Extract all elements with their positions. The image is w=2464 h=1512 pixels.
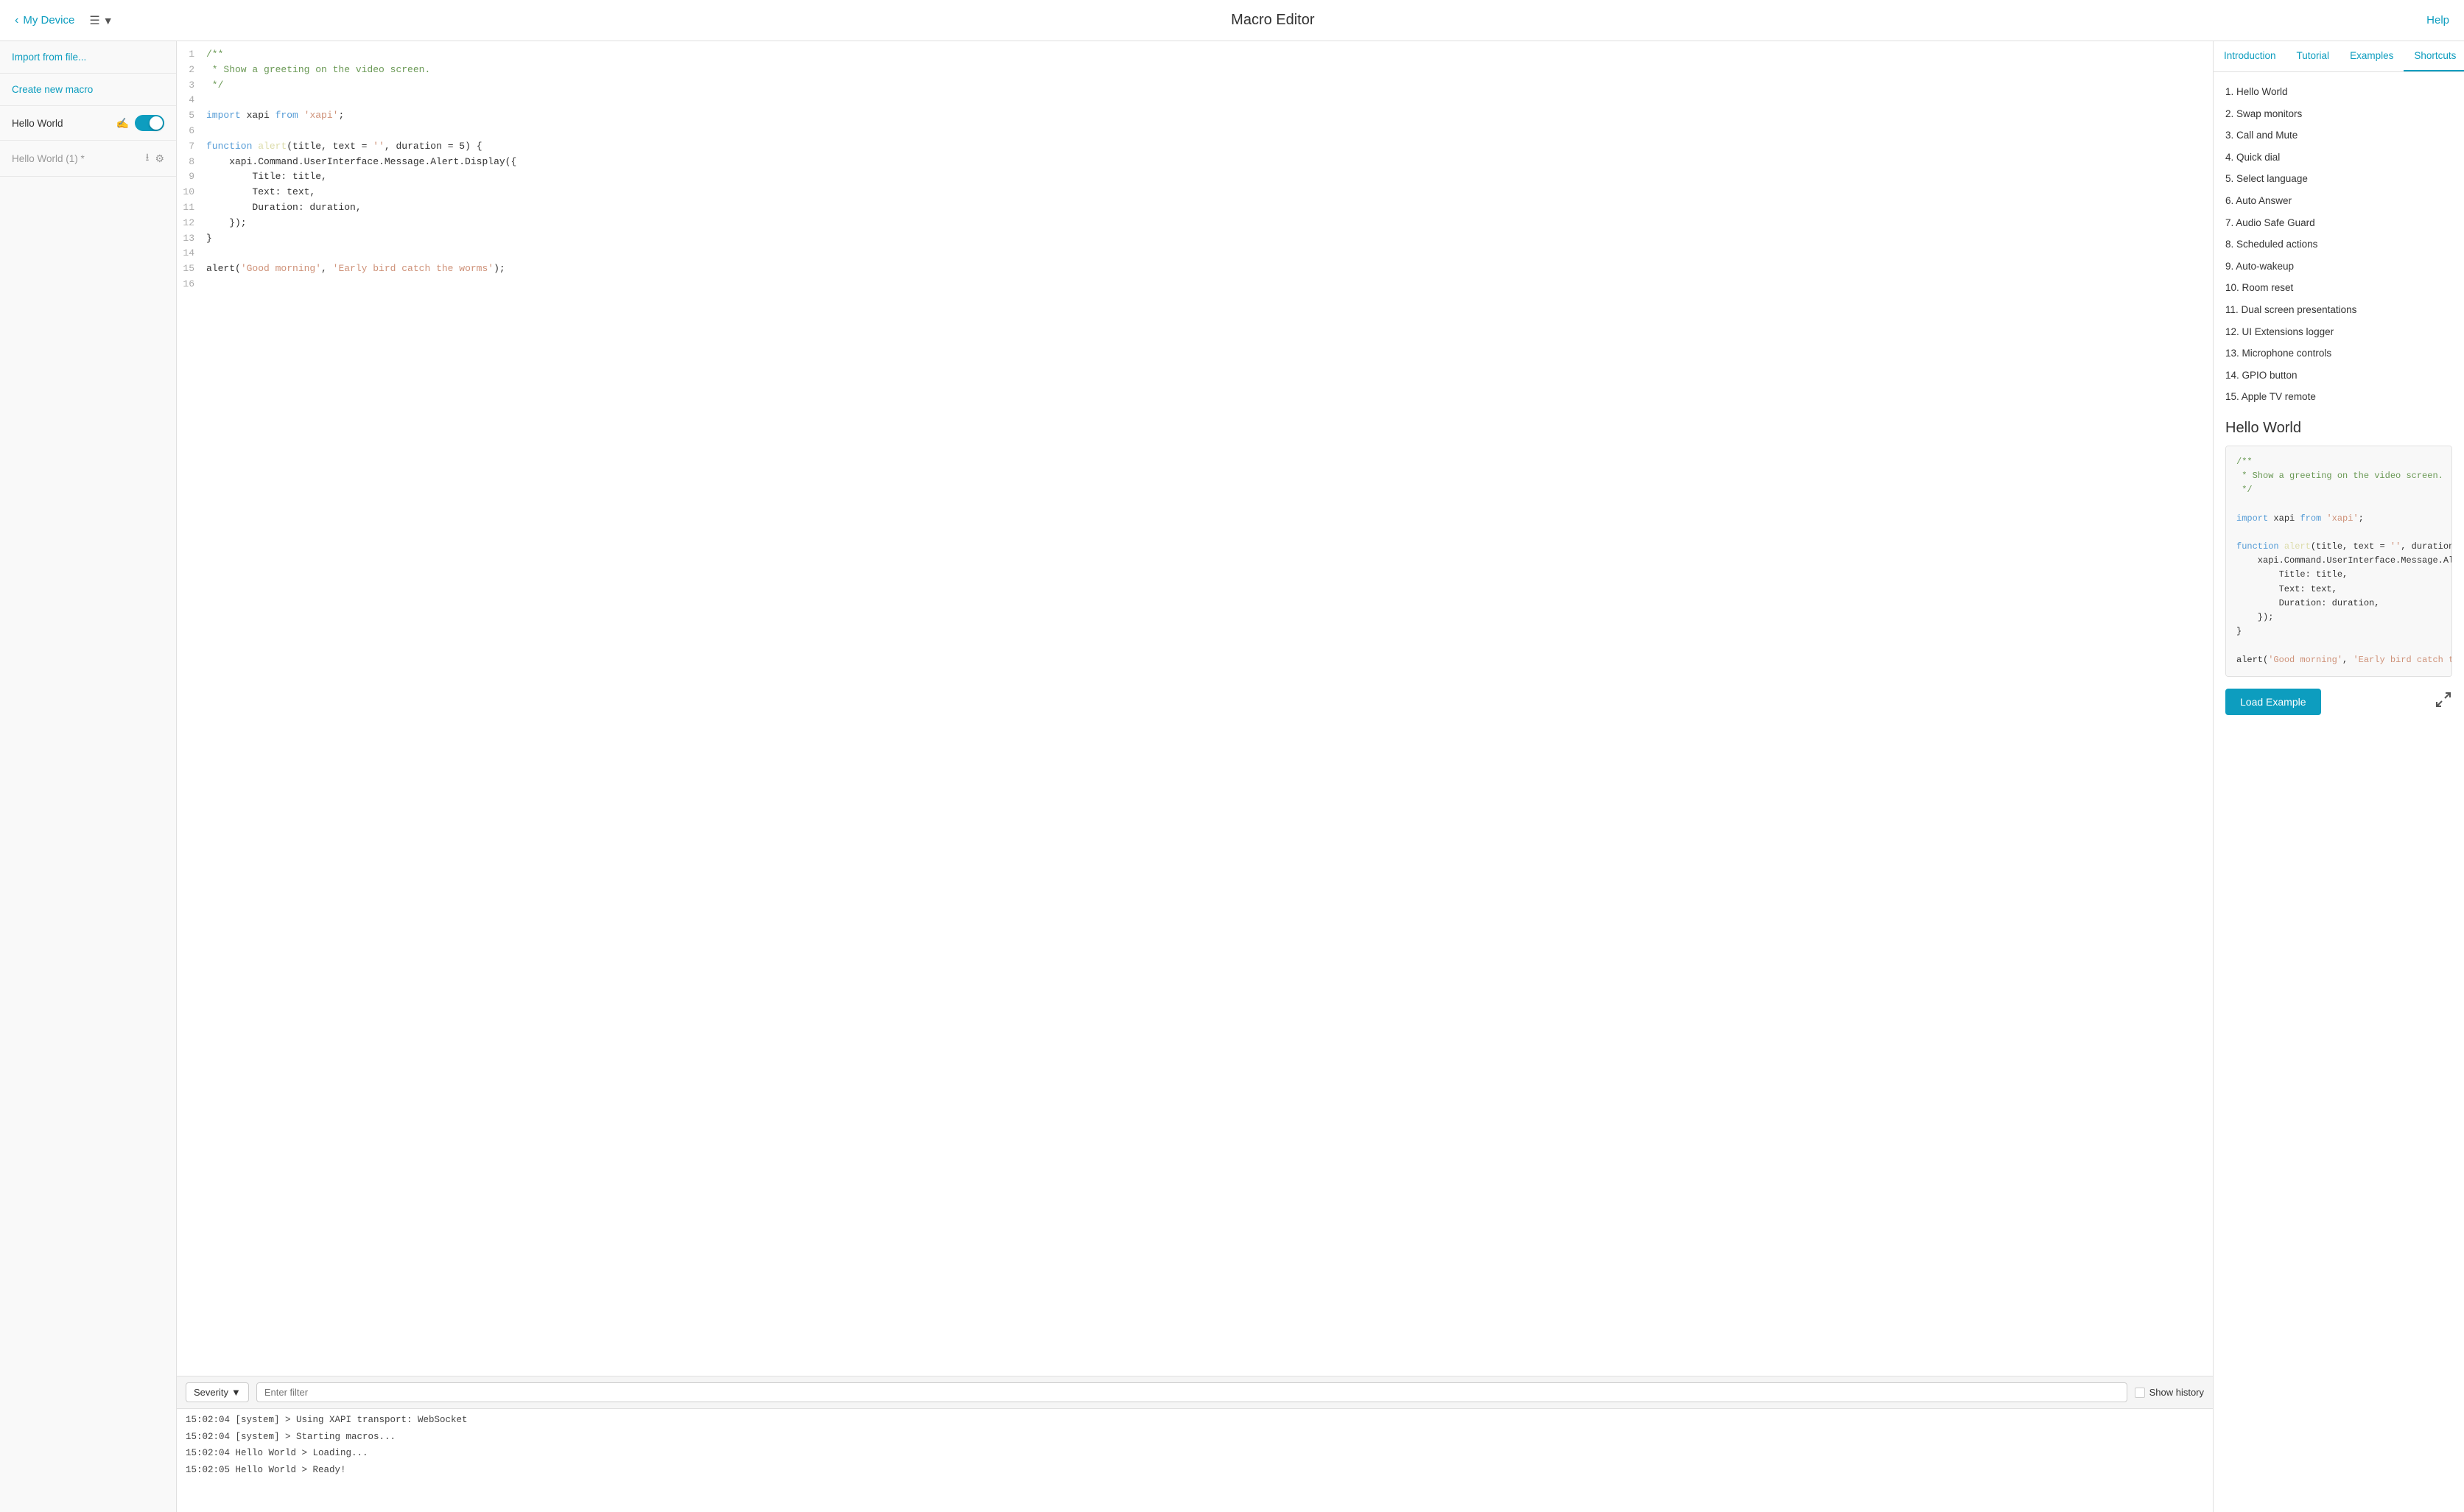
tab-shortcuts[interactable]: Shortcuts [2404,41,2464,71]
top-bar: ‹ My Device ☰ ▼ Macro Editor Help [0,0,2464,41]
example-code-block: /** * Show a greeting on the video scree… [2225,446,2452,677]
example-item-9[interactable]: 9. Auto-wakeup [2225,256,2452,278]
back-label: My Device [23,14,74,27]
back-link[interactable]: ‹ My Device [15,14,74,27]
macro-name-hello-world-1: Hello World (1) * [12,153,85,164]
example-item-14[interactable]: 14. GPIO button [2225,365,2452,387]
example-item-1[interactable]: 1. Hello World [2225,81,2452,103]
log-panel: Severity ▼ Show history 15:02:04 [system… [177,1376,2213,1512]
macro-settings-icon[interactable]: ⚙ [155,152,164,165]
main-content: Import from file... Create new macro Hel… [0,41,2464,1512]
code-line-9: 9 Title: title, [177,169,2213,185]
expand-icon[interactable] [2435,691,2452,712]
examples-list: 1. Hello World 2. Swap monitors 3. Call … [2225,81,2452,408]
right-panel: Introduction Tutorial Examples Shortcuts… [2214,41,2464,1512]
log-toolbar: Severity ▼ Show history [177,1376,2213,1409]
editor-area: 1 /** 2 * Show a greeting on the video s… [177,41,2214,1512]
right-panel-wrapper: Introduction Tutorial Examples Shortcuts… [2214,41,2464,1512]
tab-introduction[interactable]: Introduction [2214,41,2286,71]
log-entry-4: 15:02:05 Hello World > Ready! [186,1462,2204,1479]
code-line-7: 7 function alert(title, text = '', durat… [177,139,2213,155]
menu-chevron-icon: ▼ [103,15,113,27]
hamburger-icon: ☰ [89,13,99,28]
top-bar-left: ‹ My Device ☰ ▼ [15,10,119,31]
filter-input[interactable] [256,1382,2127,1402]
macro-toggle-hello-world[interactable] [135,115,164,131]
macro-actions-hello-world-1: ⭳ ⚙ [146,150,164,167]
macro-actions-hello-world: ✍ [116,115,164,131]
create-new-macro[interactable]: Create new macro [0,74,176,106]
right-content: 1. Hello World 2. Swap monitors 3. Call … [2214,72,2464,1512]
example-item-11[interactable]: 11. Dual screen presentations [2225,299,2452,321]
macro-hello-world-1[interactable]: Hello World (1) * ⭳ ⚙ [0,141,176,177]
example-title: Hello World [2225,420,2452,437]
tab-tutorial[interactable]: Tutorial [2286,41,2340,71]
code-line-13: 13 } [177,231,2213,247]
severity-button[interactable]: Severity ▼ [186,1382,249,1402]
example-item-7[interactable]: 7. Audio Safe Guard [2225,212,2452,234]
menu-button[interactable]: ☰ ▼ [83,10,119,31]
code-editor[interactable]: 1 /** 2 * Show a greeting on the video s… [177,41,2213,1376]
example-item-2[interactable]: 2. Swap monitors [2225,103,2452,125]
code-line-16: 16 [177,277,2213,292]
code-line-4: 4 [177,93,2213,108]
code-line-2: 2 * Show a greeting on the video screen. [177,63,2213,78]
back-arrow-icon: ‹ [15,14,18,27]
example-item-10[interactable]: 10. Room reset [2225,277,2452,299]
example-item-4[interactable]: 4. Quick dial [2225,147,2452,169]
load-example-button[interactable]: Load Example [2225,689,2321,715]
example-item-5[interactable]: 5. Select language [2225,168,2452,190]
show-history-label[interactable]: Show history [2135,1387,2204,1398]
code-line-5: 5 import xapi from 'xapi'; [177,108,2213,124]
log-entry-3: 15:02:04 Hello World > Loading... [186,1445,2204,1462]
code-line-12: 12 }); [177,216,2213,231]
log-entries: 15:02:04 [system] > Using XAPI transport… [177,1409,2213,1512]
code-line-3: 3 */ [177,78,2213,94]
code-line-1: 1 /** [177,47,2213,63]
example-item-3[interactable]: 3. Call and Mute [2225,124,2452,147]
show-history-checkbox[interactable] [2135,1388,2145,1398]
example-item-13[interactable]: 13. Microphone controls [2225,342,2452,365]
tab-examples[interactable]: Examples [2340,41,2404,71]
show-history-text: Show history [2149,1387,2204,1398]
macro-edit-icon[interactable]: ✍ [116,117,129,130]
code-line-6: 6 [177,124,2213,139]
macro-hello-world[interactable]: Hello World ✍ [0,106,176,141]
sidebar: Import from file... Create new macro Hel… [0,41,177,1512]
example-item-8[interactable]: 8. Scheduled actions [2225,233,2452,256]
log-entry-1: 15:02:04 [system] > Using XAPI transport… [186,1412,2204,1429]
example-item-15[interactable]: 15. Apple TV remote [2225,386,2452,408]
help-link[interactable]: Help [2426,14,2449,27]
code-line-8: 8 xapi.Command.UserInterface.Message.Ale… [177,155,2213,170]
page-title: Macro Editor [1231,12,1314,29]
code-line-11: 11 Duration: duration, [177,200,2213,216]
code-line-15: 15 alert('Good morning', 'Early bird cat… [177,261,2213,277]
macro-download-icon[interactable]: ⭳ [146,150,150,167]
code-line-10: 10 Text: text, [177,185,2213,200]
right-tabs: Introduction Tutorial Examples Shortcuts [2214,41,2464,72]
example-footer: Load Example [2225,689,2452,715]
code-line-14: 14 [177,246,2213,261]
import-from-file[interactable]: Import from file... [0,41,176,74]
macro-name-hello-world: Hello World [12,118,63,129]
example-item-6[interactable]: 6. Auto Answer [2225,190,2452,212]
log-entry-2: 15:02:04 [system] > Starting macros... [186,1429,2204,1446]
severity-label: Severity [194,1387,228,1398]
example-item-12[interactable]: 12. UI Extensions logger [2225,321,2452,343]
severity-chevron-icon: ▼ [231,1387,241,1398]
